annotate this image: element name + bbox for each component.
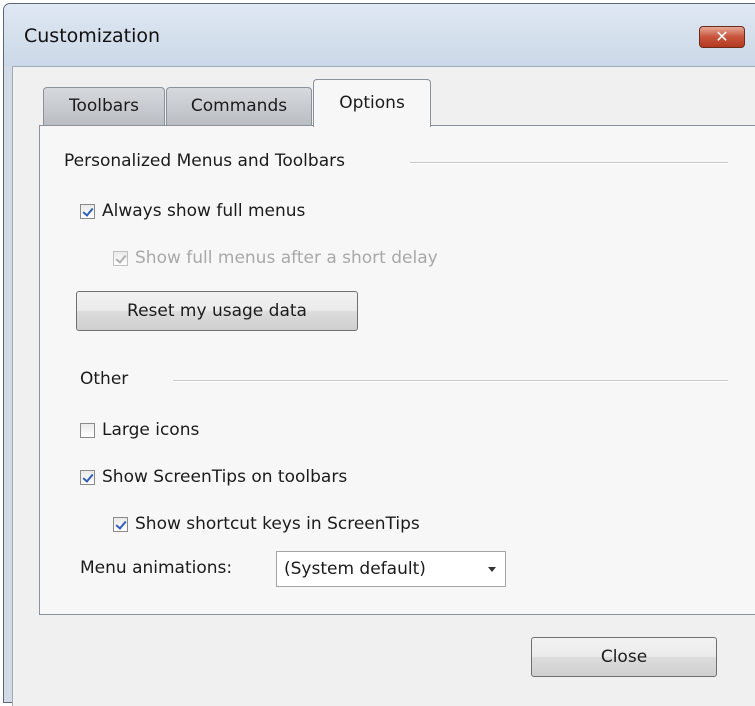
personalized-section-heading: Personalized Menus and Toolbars [64, 151, 345, 171]
large-icons-label: Large icons [102, 420, 200, 440]
show-screentips-checkbox[interactable] [80, 469, 95, 485]
other-section-heading: Other [80, 369, 129, 389]
tab-toolbars-label: Toolbars [68, 96, 140, 116]
tab-commands[interactable]: Commands [166, 87, 312, 126]
dialog-client-area: Toolbars Commands Options Personalized M… [12, 66, 755, 706]
show-shortcut-keys-label: Show shortcut keys in ScreenTips [135, 514, 420, 534]
show-screentips-label: Show ScreenTips on toolbars [102, 467, 348, 487]
tab-commands-label: Commands [190, 96, 288, 116]
tab-options[interactable]: Options [313, 79, 431, 127]
tab-options-label: Options [339, 93, 405, 113]
title-bar: Customization ✕ [4, 4, 755, 66]
close-icon: ✕ [715, 27, 729, 46]
close-button[interactable]: Close [531, 637, 717, 677]
menu-animations-label: Menu animations: [80, 558, 233, 578]
full-menus-delay-checkbox [113, 250, 128, 266]
always-show-full-menus-label: Always show full menus [102, 201, 306, 221]
large-icons-checkbox[interactable] [80, 422, 95, 438]
always-show-full-menus-option[interactable]: Always show full menus [80, 200, 305, 222]
section-divider [410, 162, 728, 164]
close-window-button[interactable]: ✕ [699, 26, 745, 48]
menu-animations-value: (System default) [284, 559, 426, 579]
close-button-label: Close [600, 647, 648, 667]
reset-usage-data-label: Reset my usage data [127, 301, 307, 321]
customization-dialog: Customization ✕ Toolbars Commands Option… [3, 3, 755, 706]
options-panel: Personalized Menus and Toolbars Always s… [39, 125, 755, 615]
menu-animations-dropdown[interactable]: (System default) [276, 551, 506, 587]
reset-usage-data-button[interactable]: Reset my usage data [76, 291, 358, 331]
show-screentips-option[interactable]: Show ScreenTips on toolbars [80, 466, 347, 488]
show-shortcut-keys-option[interactable]: Show shortcut keys in ScreenTips [113, 513, 420, 535]
dialog-title: Customization [24, 25, 161, 47]
tab-toolbars[interactable]: Toolbars [43, 87, 165, 126]
chevron-down-icon [488, 567, 496, 572]
section-divider [173, 380, 728, 382]
large-icons-option[interactable]: Large icons [80, 419, 199, 441]
full-menus-delay-option: Show full menus after a short delay [113, 247, 438, 269]
show-shortcut-keys-checkbox[interactable] [113, 516, 128, 532]
always-show-full-menus-checkbox[interactable] [80, 203, 95, 219]
full-menus-delay-label: Show full menus after a short delay [135, 248, 438, 268]
